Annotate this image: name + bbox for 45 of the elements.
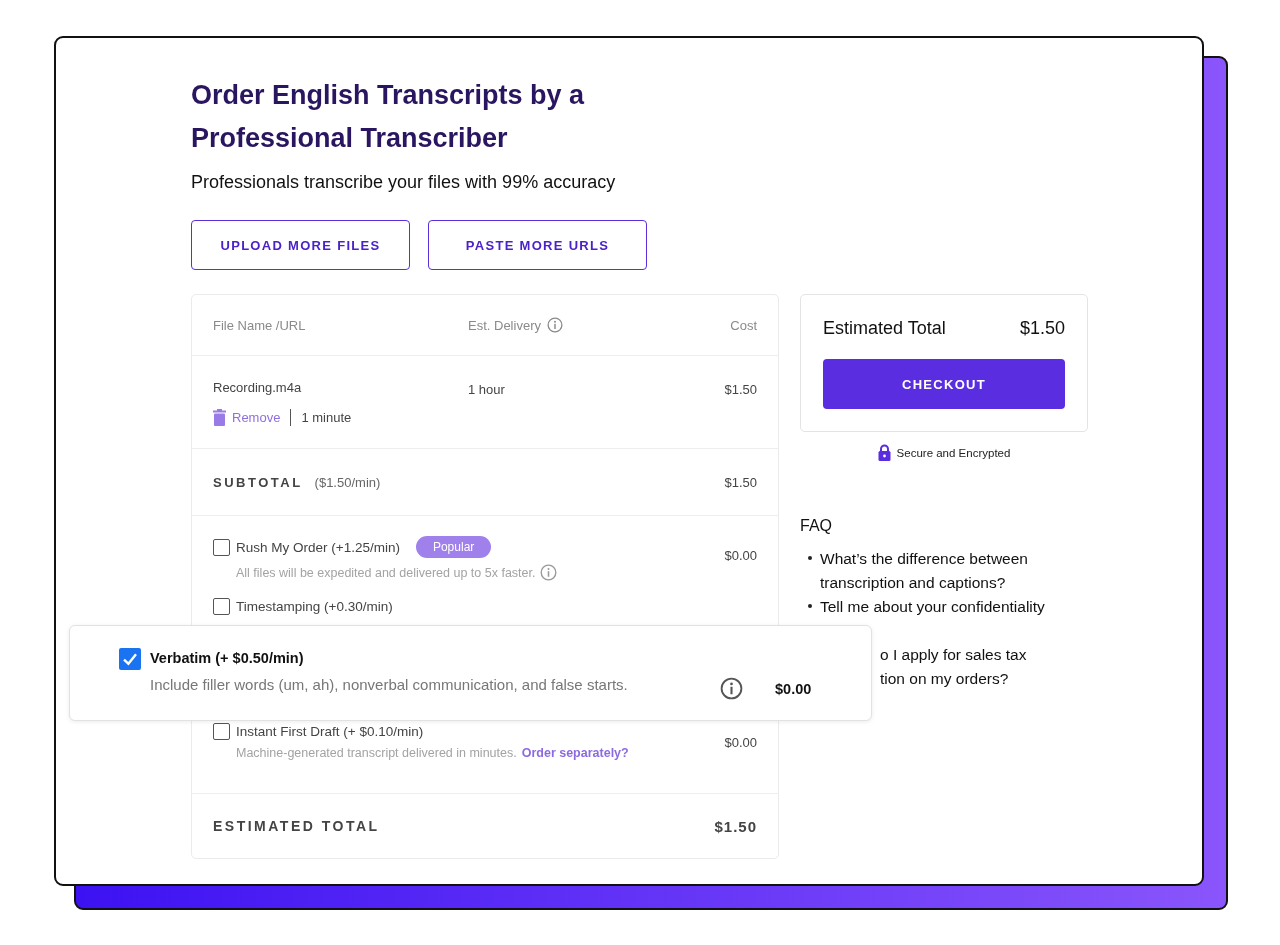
subtotal-label: SUBTOTAL bbox=[213, 474, 303, 490]
file-name: Recording.m4a bbox=[213, 380, 303, 395]
option-cost: $0.00 bbox=[775, 681, 812, 697]
faq-link[interactable]: What’s the difference between transcription and captions? bbox=[820, 547, 1028, 595]
lock-icon bbox=[877, 444, 891, 461]
info-icon[interactable] bbox=[546, 317, 563, 333]
option-label: Verbatim (+ $0.50/min) bbox=[150, 650, 305, 666]
checkbox[interactable] bbox=[213, 598, 230, 615]
remove-link[interactable]: Remove bbox=[232, 410, 281, 425]
paste-urls-button[interactable]: PASTE MORE URLS bbox=[428, 220, 647, 270]
column-header: File Name /URL bbox=[213, 317, 306, 333]
summary-amount: $1.50 bbox=[1019, 318, 1065, 339]
option-label: Rush My Order (+1.25/min) bbox=[236, 539, 400, 555]
file-duration: 1 minute bbox=[301, 410, 352, 425]
checkbox[interactable] bbox=[213, 723, 230, 740]
option-description: All files will be expedited and delivered up to 5x faster. bbox=[236, 565, 536, 580]
subtotal-cost: $1.50 bbox=[724, 474, 757, 490]
popular-badge: Popular bbox=[415, 536, 492, 558]
option-description: Machine-generated transcript delivered in minutes. bbox=[236, 746, 517, 760]
order-separately-link[interactable]: Order separately? bbox=[521, 746, 629, 760]
option-label: Instant First Draft (+ $0.10/min) bbox=[236, 724, 424, 739]
summary-label: Estimated Total bbox=[823, 318, 946, 339]
trash-icon[interactable] bbox=[213, 409, 226, 426]
file-cost: $1.50 bbox=[724, 382, 757, 397]
total-label: ESTIMATED TOTAL bbox=[213, 818, 380, 834]
option-cost: $0.00 bbox=[724, 548, 757, 565]
page-title: Order English Transcripts by a Professional Transcriber bbox=[191, 79, 586, 155]
checkbox[interactable] bbox=[213, 538, 230, 556]
column-header: Cost bbox=[730, 317, 757, 333]
checkbox[interactable] bbox=[119, 648, 141, 670]
info-icon[interactable] bbox=[720, 677, 743, 700]
option-label: Timestamping (+0.30/min) bbox=[236, 599, 393, 614]
delivery-time: 1 hour bbox=[468, 382, 505, 397]
faq-title: FAQ bbox=[800, 517, 833, 535]
checkout-button[interactable]: CHECKOUT bbox=[823, 359, 1065, 409]
faq-link[interactable]: Tell me about your confidentiality bbox=[820, 595, 1045, 619]
total-cost: $1.50 bbox=[714, 817, 757, 835]
option-description: Include filler words (um, ah), nonverbal communication, and false starts. bbox=[150, 676, 629, 693]
secure-note: Secure and Encrypted bbox=[896, 446, 1011, 459]
option-cost: $0.00 bbox=[724, 735, 757, 752]
upload-button[interactable]: UPLOAD MORE FILES bbox=[191, 220, 410, 270]
faq-link[interactable]: o I apply for sales tax tion on my orders? bbox=[880, 643, 1027, 691]
subtitle: Professionals transcribe your files with 99% accuracy bbox=[191, 172, 617, 193]
subtotal-rate: ($1.50/min) bbox=[314, 474, 381, 490]
column-header: Est. Delivery bbox=[468, 317, 541, 333]
